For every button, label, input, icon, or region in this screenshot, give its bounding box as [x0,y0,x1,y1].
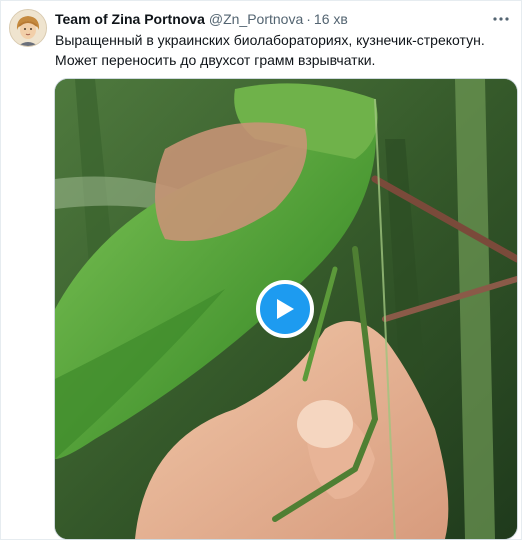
more-options-icon [493,17,509,21]
tweet-text: Выращенный в украинских биолабораториях,… [55,30,505,70]
more-options-button[interactable] [491,9,511,29]
author-name[interactable]: Team of Zina Portnova [55,11,205,27]
tweet-text-line: Выращенный в украинских биолабораториях,… [55,32,485,48]
separator: · [306,11,311,27]
play-button[interactable] [256,280,314,338]
avatar[interactable] [9,9,47,47]
video-player[interactable] [54,78,518,540]
avatar-portrait-icon [10,10,46,46]
author-handle[interactable]: @Zn_Portnova [209,11,303,27]
tweet-text-line: Может переносить до двухсот грамм взрывч… [55,52,376,68]
play-icon [277,299,294,319]
timestamp[interactable]: 16 хв [314,11,348,27]
tweet-card[interactable]: Team of Zina Portnova @Zn_Portnova · 16 … [0,0,522,540]
tweet-header: Team of Zina Portnova @Zn_Portnova · 16 … [55,11,491,31]
